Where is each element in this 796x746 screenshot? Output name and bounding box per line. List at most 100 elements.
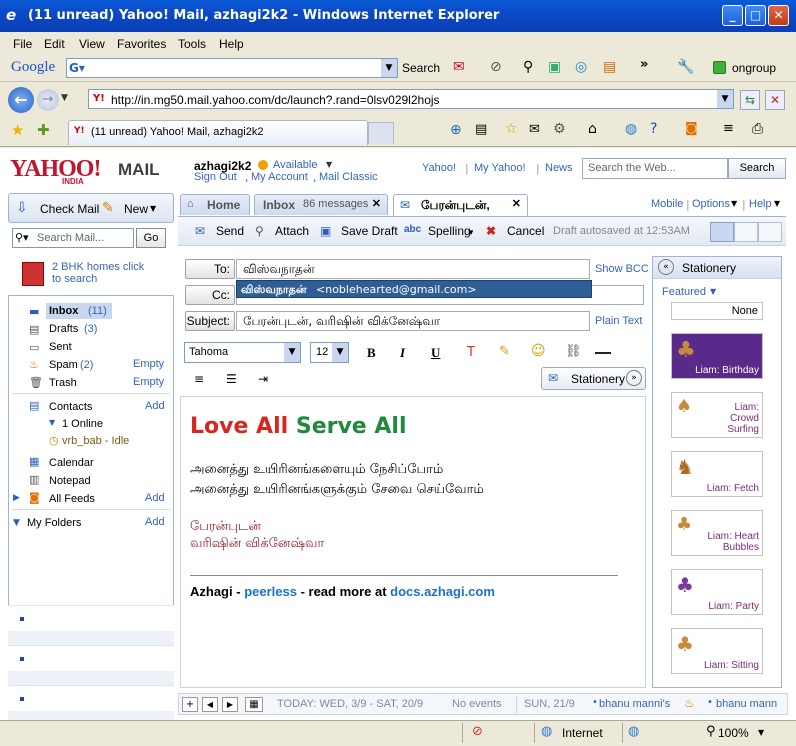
horizontal-rule-icon[interactable] — [595, 352, 611, 354]
featured-dropdown[interactable]: Featured — [662, 286, 706, 298]
calendar-link[interactable]: Calendar — [49, 457, 94, 469]
subject-button[interactable]: Subject: — [185, 311, 235, 331]
zoom-icon[interactable]: ⚲ — [706, 724, 716, 739]
page-icon[interactable]: ▤ — [475, 122, 487, 137]
help-link[interactable]: Help — [749, 198, 772, 210]
menu-help[interactable]: Help — [219, 37, 244, 51]
bhanu-event-1[interactable]: bhanu manni's — [599, 698, 670, 710]
stationery-none[interactable]: None — [671, 302, 763, 320]
featured-dropdown-icon[interactable]: ▼ — [710, 287, 716, 296]
add-contact-link[interactable]: Add — [145, 400, 165, 412]
plain-text-link[interactable]: Plain Text — [595, 315, 643, 327]
news-link[interactable]: News — [545, 162, 573, 174]
menu-file[interactable]: File — [13, 37, 32, 51]
ad-link-line1[interactable]: 2 BHK homes click — [52, 261, 144, 273]
next-icon[interactable]: ▶ — [222, 697, 238, 712]
web-search-button[interactable]: Search — [728, 158, 786, 179]
history-dropdown-icon[interactable]: ▼ — [61, 93, 68, 103]
minimize-button[interactable]: _ — [722, 5, 743, 26]
mail-envelope-icon[interactable]: ✉ — [529, 122, 540, 137]
mail-icon[interactable]: ✉ — [453, 59, 465, 75]
stationery-back-icon[interactable]: « — [658, 259, 674, 275]
yahoo-logo[interactable]: YAHOO! — [10, 156, 101, 183]
browser-tab[interactable]: Y! (11 unread) Yahoo! Mail, azhagi2k2 — [68, 120, 368, 145]
maximize-button[interactable]: □ — [745, 5, 766, 26]
yahoo-link[interactable]: Yahoo! — [422, 162, 456, 174]
menu-edit[interactable]: Edit — [44, 37, 65, 51]
folder-spam[interactable]: Spam — [49, 359, 78, 371]
refresh-icon[interactable]: ⇆ — [740, 90, 760, 110]
home-icon[interactable]: ⌂ — [588, 121, 597, 137]
send-button[interactable]: Send — [216, 224, 244, 238]
text-color-icon[interactable]: T — [467, 345, 475, 360]
show-bcc-link[interactable]: Show BCC — [595, 263, 649, 275]
url-field[interactable]: Y! http://in.mg50.mail.yahoo.com/dc/laun… — [88, 89, 734, 109]
new-tab-button[interactable] — [368, 122, 394, 144]
attach-button[interactable]: Attach — [275, 224, 309, 238]
stationery-toggle-button[interactable]: ✉ Stationery » — [541, 367, 646, 390]
back-button[interactable]: ← — [8, 87, 34, 113]
favorites-star-icon[interactable]: ★ — [11, 121, 24, 139]
my-folders-label[interactable]: My Folders — [27, 517, 81, 529]
bold-icon[interactable]: B — [367, 345, 376, 361]
close-window-button[interactable]: ✕ — [768, 5, 789, 26]
globe-icon[interactable]: ◍ — [625, 121, 637, 137]
empty-spam-link[interactable]: Empty — [133, 358, 164, 370]
ad-slot[interactable] — [8, 645, 174, 671]
my-account-link[interactable]: My Account — [251, 171, 308, 183]
availability-arrow-icon[interactable]: ▼ — [326, 160, 332, 169]
cancel-button[interactable]: Cancel — [507, 224, 544, 238]
search-mail-go-button[interactable]: Go — [136, 228, 166, 248]
add-folder-link[interactable]: Add — [145, 516, 165, 528]
tab-inbox[interactable]: Inbox 86 messages ✕ — [254, 194, 388, 215]
view-mode-mobile-button[interactable] — [758, 222, 782, 242]
compass-icon[interactable]: ⊘ — [490, 59, 502, 75]
new-button[interactable]: New — [124, 202, 148, 216]
prev-icon[interactable]: ◀ — [202, 697, 218, 712]
empty-trash-link[interactable]: Empty — [133, 376, 164, 388]
ad-link-line2[interactable]: to search — [52, 273, 97, 285]
zoom-dropdown-icon[interactable]: ▼ — [758, 728, 764, 737]
italic-icon[interactable]: I — [400, 345, 405, 361]
security-zone[interactable]: Internet — [562, 726, 603, 740]
tab-home[interactable]: ⌂ Home — [180, 194, 250, 215]
save-draft-button[interactable]: Save Draft — [341, 224, 398, 238]
all-feeds-link[interactable]: All Feeds — [49, 493, 95, 505]
font-select[interactable]: Tahoma ▼ — [184, 342, 301, 363]
rss-icon[interactable]: ◙ — [685, 121, 698, 136]
highlight-icon[interactable]: ✎ — [499, 344, 510, 359]
star-icon[interactable]: ☆ — [505, 121, 518, 137]
menu-view[interactable]: View — [79, 37, 105, 51]
image-icon[interactable]: ▣ — [548, 59, 561, 75]
view-mode-im-button[interactable] — [734, 222, 758, 242]
stationery-collapse-icon[interactable]: » — [626, 370, 642, 386]
to-button[interactable]: To: — [185, 259, 235, 279]
expand-online-icon[interactable]: ▼ — [49, 418, 55, 427]
popup-blocked-icon[interactable]: ⊘ — [472, 724, 483, 739]
subject-field[interactable]: பேரன்புடன், வரிஷின் விக்னேஷ்வா — [236, 311, 590, 331]
mobile-link[interactable]: Mobile — [651, 198, 683, 210]
help-dropdown-icon[interactable]: ▼ — [774, 199, 780, 208]
dropdown-arrow-icon[interactable]: ▼ — [381, 59, 397, 77]
collapse-folders-icon[interactable]: ▼ — [13, 518, 20, 528]
availability-dropdown[interactable]: Available — [273, 159, 317, 171]
binoculars-icon[interactable]: ⚲ — [523, 59, 533, 75]
close-inbox-tab-icon[interactable]: ✕ — [372, 197, 381, 210]
size-select[interactable]: 12 ▼ — [310, 342, 349, 363]
tools-icon[interactable]: ≡ — [723, 121, 734, 136]
add-favorites-icon[interactable]: ✚ — [37, 121, 50, 139]
search-mail-input[interactable]: ⚲▾ Search Mail... — [12, 228, 134, 248]
underline-icon[interactable]: U — [431, 345, 440, 361]
indent-icon[interactable]: ⇥ — [258, 372, 268, 386]
online-count[interactable]: 1 Online — [62, 418, 103, 430]
mail-classic-link[interactable]: Mail Classic — [319, 171, 378, 183]
folder-inbox[interactable]: Inbox — [49, 305, 78, 317]
bhanu-event-2[interactable]: bhanu mann — [716, 698, 786, 710]
to-field[interactable]: விஸ்வநாதன் — [236, 259, 590, 279]
wrench-icon[interactable]: 🔧 — [677, 59, 694, 75]
sign-out-link[interactable]: Sign Out — [194, 171, 237, 183]
link-icon[interactable]: ⛓ — [565, 344, 582, 359]
disc-icon[interactable]: ◎ — [575, 59, 587, 75]
settings-gear-icon[interactable]: ⚙ — [553, 121, 566, 137]
tab-compose[interactable]: ✉ பேரன்புடன், ✕ — [393, 194, 528, 216]
